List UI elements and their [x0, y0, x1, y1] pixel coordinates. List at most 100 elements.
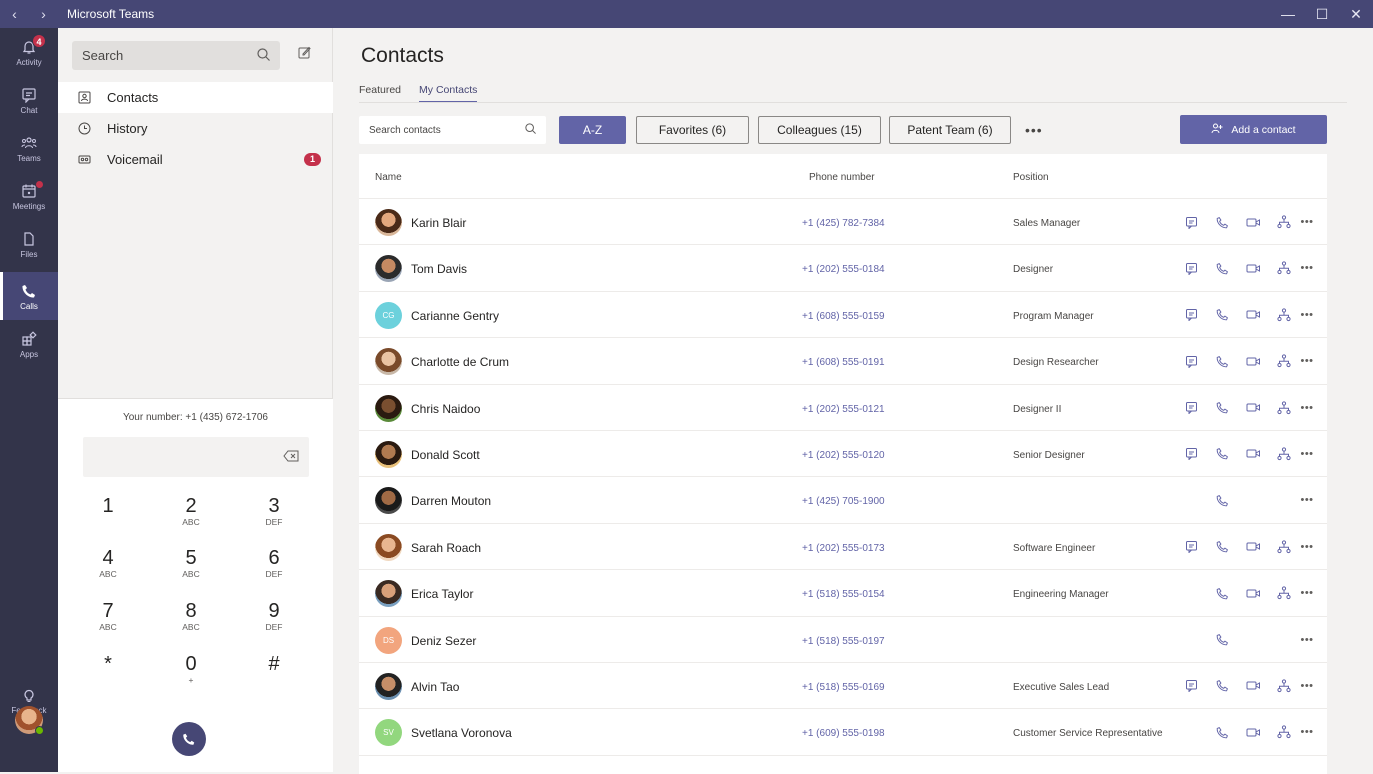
org-icon[interactable]	[1276, 260, 1292, 276]
phone-icon[interactable]	[1214, 678, 1230, 694]
keypad-key[interactable]: 3 DEF	[249, 495, 299, 527]
keypad-key[interactable]: 7 ABC	[83, 600, 133, 632]
rail-item-files[interactable]: Files	[0, 220, 58, 268]
phone-icon[interactable]	[1214, 260, 1230, 276]
org-icon[interactable]	[1276, 400, 1292, 416]
more-options-icon[interactable]: •••	[1300, 353, 1313, 369]
org-icon[interactable]	[1276, 539, 1292, 555]
contact-phone[interactable]: +1 (518) 555-0154	[802, 589, 885, 600]
video-icon[interactable]	[1245, 539, 1261, 555]
contact-phone[interactable]: +1 (608) 555-0191	[802, 357, 885, 368]
table-row[interactable]: Sarah Roach +1 (202) 555-0173 Software Eng…	[359, 524, 1327, 571]
call-button[interactable]	[172, 722, 206, 756]
video-icon[interactable]	[1245, 260, 1261, 276]
more-options-icon[interactable]: •••	[1300, 307, 1313, 323]
org-icon[interactable]	[1276, 446, 1292, 462]
org-icon[interactable]	[1276, 214, 1292, 230]
keypad-key[interactable]: *	[83, 653, 133, 675]
contact-phone[interactable]: +1 (202) 555-0173	[802, 543, 885, 554]
phone-icon[interactable]	[1214, 724, 1230, 740]
keypad-key[interactable]: 2 ABC	[166, 495, 216, 527]
more-filters-button[interactable]: •••	[1025, 122, 1043, 138]
video-icon[interactable]	[1245, 400, 1261, 416]
tab-featured[interactable]: Featured	[359, 84, 401, 103]
keypad-key[interactable]: 0 +	[166, 653, 216, 685]
table-row[interactable]: Tom Davis +1 (202) 555-0184 Designer •••	[359, 245, 1327, 292]
compose-icon[interactable]	[298, 46, 311, 64]
more-options-icon[interactable]: •••	[1300, 585, 1313, 601]
table-row[interactable]: SV Svetlana Voronova +1 (609) 555-0198 Cust…	[359, 709, 1327, 756]
video-icon[interactable]	[1245, 353, 1261, 369]
keypad-key[interactable]: 8 ABC	[166, 600, 216, 632]
table-row[interactable]: Charlotte de Crum +1 (608) 555-0191 Design…	[359, 338, 1327, 385]
contact-phone[interactable]: +1 (425) 782-7384	[802, 218, 885, 229]
table-row[interactable]: DS Deniz Sezer +1 (518) 555-0197 •••	[359, 617, 1327, 663]
chat-icon[interactable]	[1183, 539, 1199, 555]
rail-item-chat[interactable]: Chat	[0, 76, 58, 124]
more-options-icon[interactable]: •••	[1300, 632, 1313, 648]
org-icon[interactable]	[1276, 307, 1292, 323]
phone-icon[interactable]	[1214, 214, 1230, 230]
phone-icon[interactable]	[1214, 585, 1230, 601]
filter-colleagues[interactable]: Colleagues (15)	[758, 116, 881, 144]
contact-phone[interactable]: +1 (202) 555-0121	[802, 404, 885, 415]
org-icon[interactable]	[1276, 724, 1292, 740]
more-options-icon[interactable]: •••	[1300, 678, 1313, 694]
phone-icon[interactable]	[1214, 539, 1230, 555]
minimize-button[interactable]: —	[1271, 6, 1305, 23]
video-icon[interactable]	[1245, 214, 1261, 230]
more-options-icon[interactable]: •••	[1300, 539, 1313, 555]
phone-icon[interactable]	[1214, 400, 1230, 416]
chat-icon[interactable]	[1183, 353, 1199, 369]
rail-item-activity[interactable]: Activity 4	[0, 28, 58, 76]
org-icon[interactable]	[1276, 678, 1292, 694]
rail-item-teams[interactable]: Teams	[0, 124, 58, 172]
chat-icon[interactable]	[1183, 678, 1199, 694]
rail-item-calls[interactable]: Calls	[0, 272, 58, 320]
phone-icon[interactable]	[1214, 492, 1230, 508]
nav-item-history[interactable]: History	[58, 113, 333, 144]
org-icon[interactable]	[1276, 353, 1292, 369]
more-options-icon[interactable]: •••	[1300, 214, 1313, 230]
table-row[interactable]: Alvin Tao +1 (518) 555-0169 Executive Sale…	[359, 663, 1327, 710]
nav-item-voicemail[interactable]: Voicemail 1	[58, 144, 333, 175]
dial-number-input[interactable]	[83, 437, 309, 477]
video-icon[interactable]	[1245, 585, 1261, 601]
more-options-icon[interactable]: •••	[1300, 724, 1313, 740]
search-input[interactable]: Search	[72, 41, 280, 70]
contact-phone[interactable]: +1 (518) 555-0197	[802, 636, 885, 647]
user-avatar[interactable]	[15, 706, 44, 735]
chat-icon[interactable]	[1183, 214, 1199, 230]
close-button[interactable]: ✕	[1339, 6, 1373, 23]
more-options-icon[interactable]: •••	[1300, 260, 1313, 276]
search-contacts-input[interactable]: Search contacts	[359, 116, 546, 144]
keypad-key[interactable]: 4 ABC	[83, 547, 133, 579]
back-arrow-icon[interactable]: ‹	[12, 6, 17, 22]
filter-favorites[interactable]: Favorites (6)	[636, 116, 749, 144]
video-icon[interactable]	[1245, 678, 1261, 694]
tab-my-contacts[interactable]: My Contacts	[419, 84, 478, 103]
video-icon[interactable]	[1245, 446, 1261, 462]
keypad-key[interactable]: 9 DEF	[249, 600, 299, 632]
more-options-icon[interactable]: •••	[1300, 400, 1313, 416]
contact-phone[interactable]: +1 (202) 555-0184	[802, 264, 885, 275]
video-icon[interactable]	[1245, 724, 1261, 740]
video-icon[interactable]	[1245, 307, 1261, 323]
rail-item-apps[interactable]: Apps	[0, 320, 58, 368]
table-row[interactable]: Chris Naidoo +1 (202) 555-0121 Designer II…	[359, 385, 1327, 431]
keypad-key[interactable]: #	[249, 653, 299, 675]
phone-icon[interactable]	[1214, 632, 1230, 648]
phone-icon[interactable]	[1214, 446, 1230, 462]
contact-phone[interactable]: +1 (425) 705-1900	[802, 496, 885, 507]
column-name[interactable]: Name	[375, 172, 402, 183]
org-icon[interactable]	[1276, 585, 1292, 601]
contact-phone[interactable]: +1 (518) 555-0169	[802, 682, 885, 693]
phone-icon[interactable]	[1214, 353, 1230, 369]
keypad-key[interactable]: 1	[83, 495, 133, 517]
table-row[interactable]: Darren Mouton +1 (425) 705-1900 •••	[359, 477, 1327, 524]
rail-item-meetings[interactable]: Meetings	[0, 172, 58, 220]
more-options-icon[interactable]: •••	[1300, 446, 1313, 462]
chat-icon[interactable]	[1183, 400, 1199, 416]
backspace-icon[interactable]	[283, 449, 299, 467]
forward-arrow-icon[interactable]: ›	[41, 6, 46, 22]
